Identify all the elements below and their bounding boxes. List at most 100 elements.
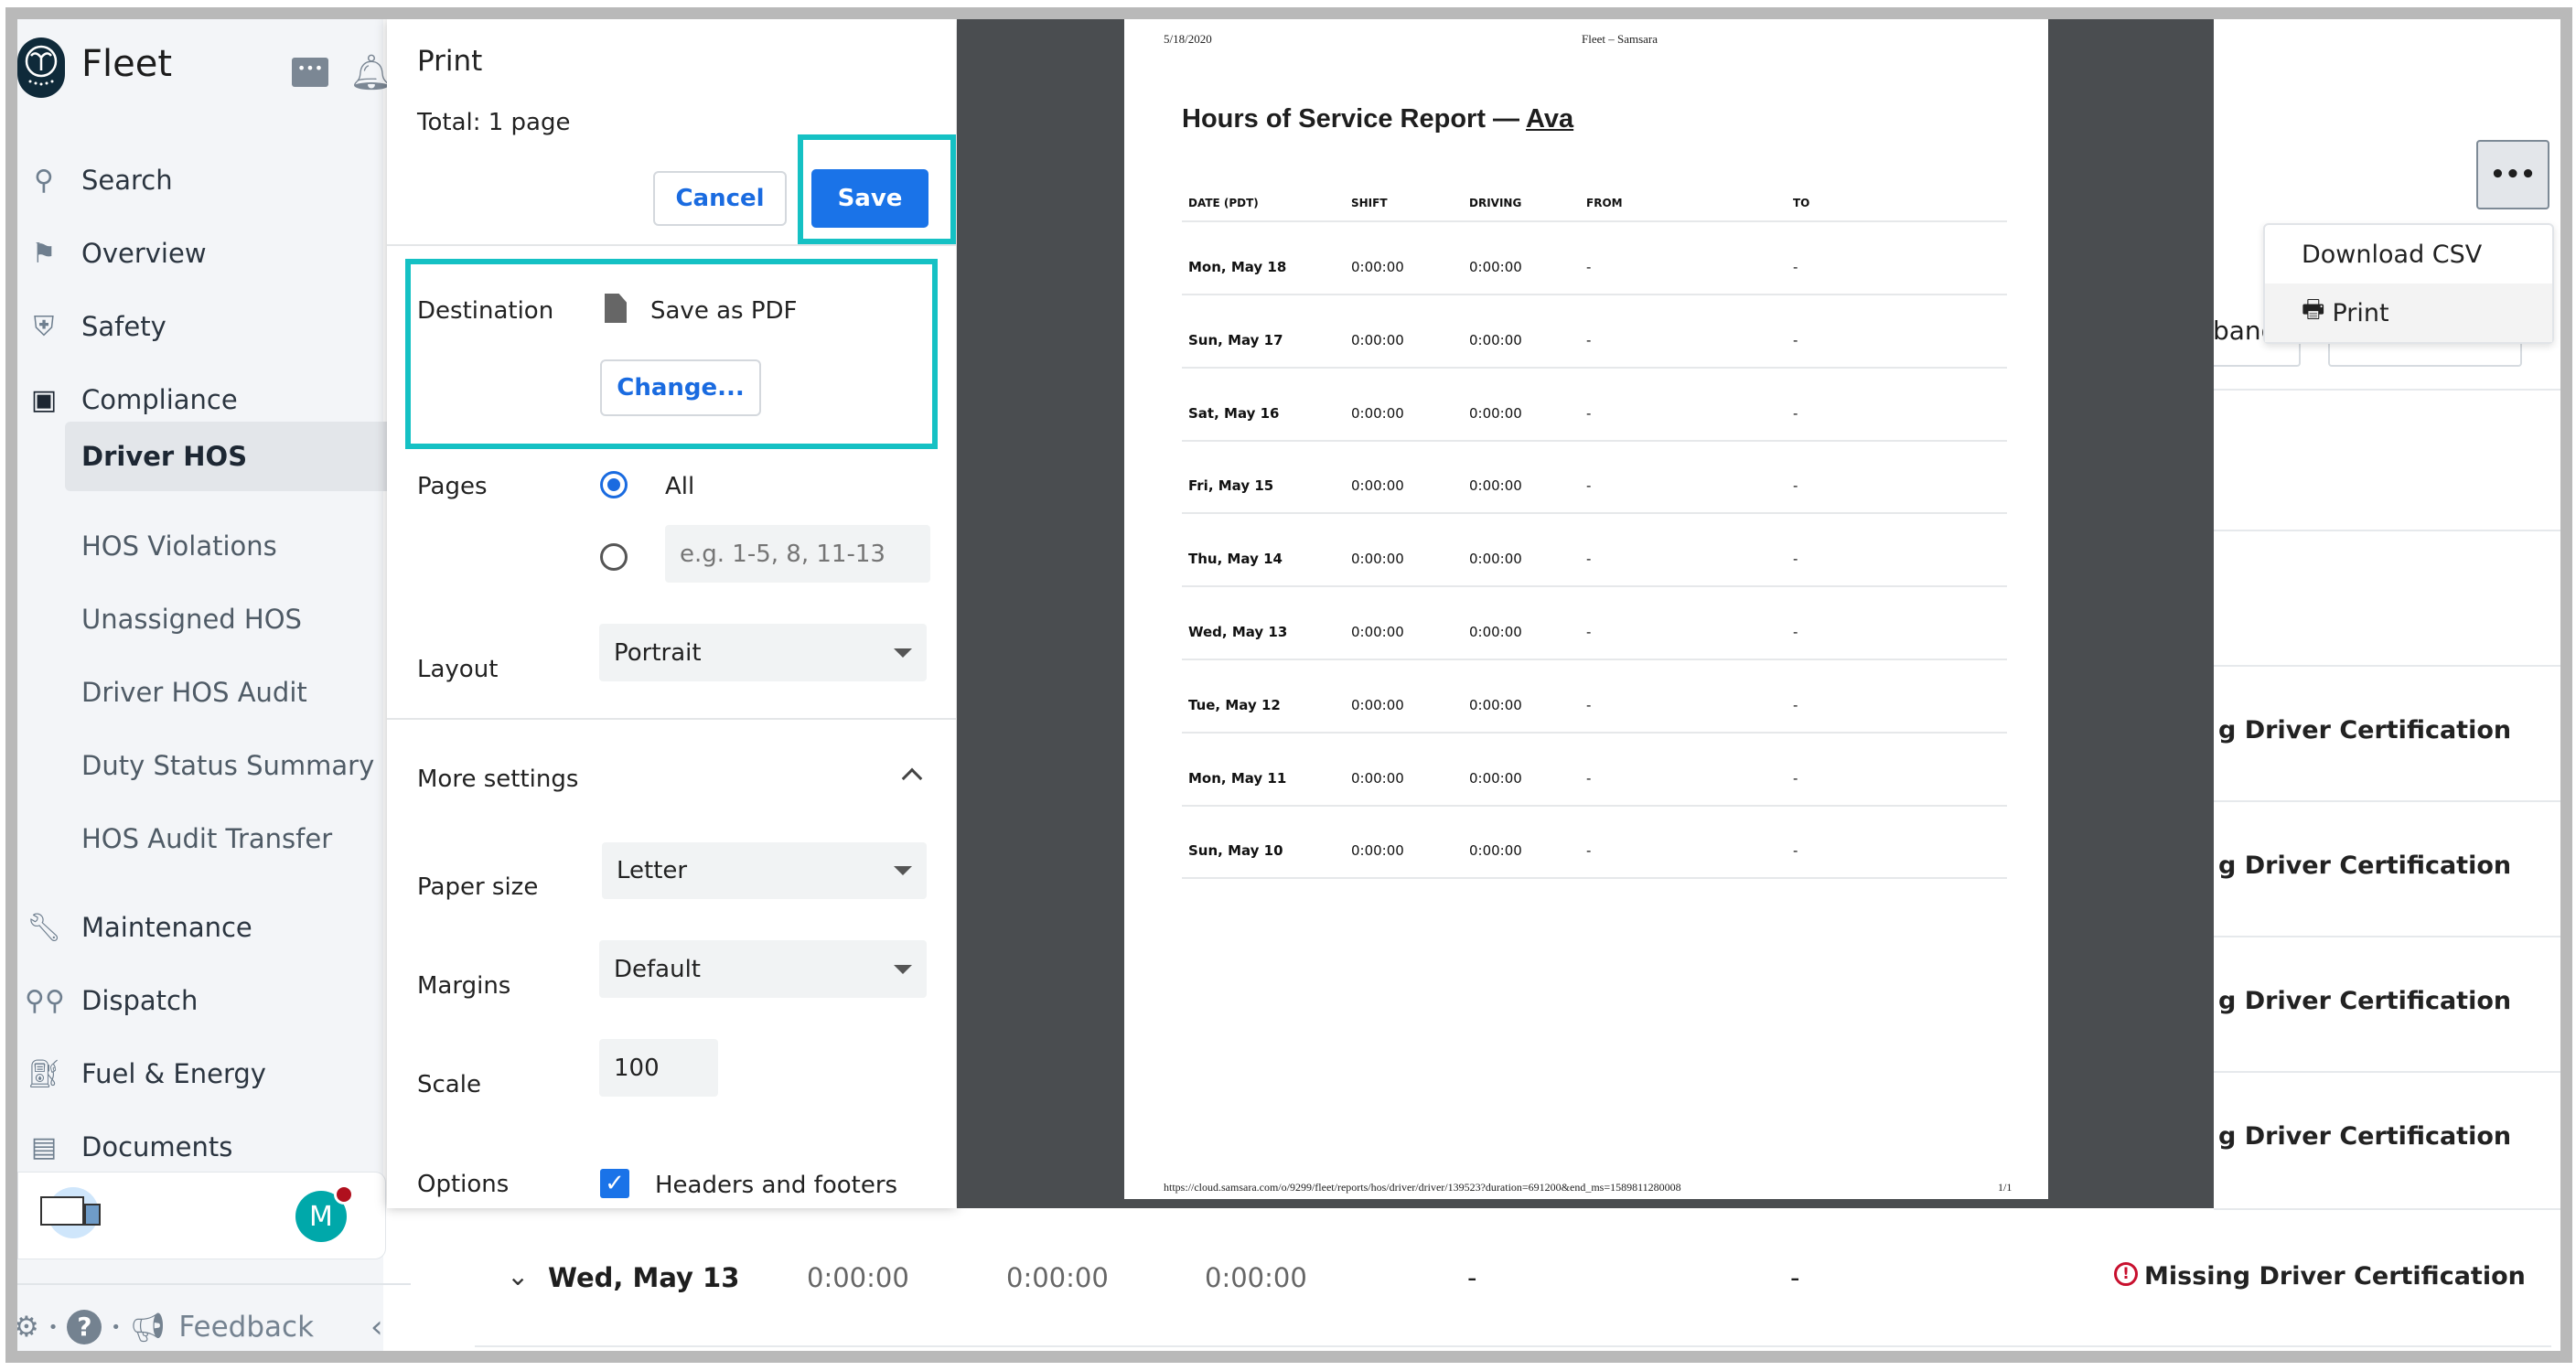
sidebar-item-safety[interactable]: ⛨ Safety xyxy=(17,292,383,361)
sidebar-item-unassigned-hos[interactable]: Unassigned HOS xyxy=(17,584,383,654)
table-cell: - xyxy=(1586,259,1592,275)
table-cell: - xyxy=(1586,551,1592,568)
table-cell: 0:00:00 xyxy=(1351,477,1404,495)
status-text: g Driver Certification xyxy=(2218,987,2512,1015)
table-cell: - xyxy=(1586,477,1592,495)
status-text: g Driver Certification xyxy=(2218,852,2512,880)
menu-item-download-csv[interactable]: Download CSV xyxy=(2265,225,2552,284)
table-cell: Tue, May 12 xyxy=(1188,696,1281,713)
collapse-sidebar-icon[interactable]: ‹ xyxy=(370,1309,383,1345)
input-value: 100 xyxy=(614,1054,660,1082)
save-button[interactable]: Save xyxy=(811,169,928,228)
status-text: g Driver Certification xyxy=(2218,716,2512,744)
table-cell: - xyxy=(1793,769,1798,787)
more-options-button[interactable]: ••• xyxy=(2476,140,2549,209)
feedback-link[interactable]: Feedback xyxy=(178,1311,314,1344)
table-cell: 0:00:00 xyxy=(1469,259,1522,275)
sidebar-item-hos-violations[interactable]: HOS Violations xyxy=(17,511,383,581)
margins-select[interactable]: Default xyxy=(599,940,927,998)
notification-dot xyxy=(334,1184,354,1205)
table-cell: - xyxy=(1793,477,1798,495)
sidebar-item-driver-hos[interactable]: Driver HOS xyxy=(65,422,394,491)
table-cell: 0:00:00 xyxy=(1351,842,1404,860)
chat-icon[interactable]: ••• xyxy=(292,58,328,87)
cancel-button[interactable]: Cancel xyxy=(653,171,787,226)
row-to: - xyxy=(1790,1262,1800,1293)
table-cell: 0:00:00 xyxy=(1351,551,1404,568)
table-cell: 0:00:00 xyxy=(1351,696,1404,713)
table-cell: Fri, May 15 xyxy=(1188,477,1274,495)
sidebar-item-maintenance[interactable]: 🔧︎ Maintenance xyxy=(17,893,383,962)
row-from: - xyxy=(1467,1262,1477,1293)
page-total: Total: 1 page xyxy=(417,109,571,136)
button-label: Save xyxy=(837,185,903,212)
layout-label: Layout xyxy=(417,656,499,683)
sidebar: Fleet ••• 🔔︎ ⚲ Search ⚑ Overview ⛨ Safety ▣… xyxy=(17,19,411,1351)
row-divider xyxy=(1182,294,2007,295)
select-value: Letter xyxy=(617,857,688,884)
table-cell: - xyxy=(1793,331,1798,348)
sidebar-item-driver-hos-audit[interactable]: Driver HOS Audit xyxy=(17,658,383,727)
sidebar-item-overview[interactable]: ⚑ Overview xyxy=(17,219,383,288)
table-cell: 0:00:00 xyxy=(1351,331,1404,348)
menu-item-print[interactable]: 🖶 Print xyxy=(2265,284,2552,342)
sidebar-item-dispatch[interactable]: ⚲⚲ Dispatch xyxy=(17,966,383,1035)
layout-select[interactable]: Portrait xyxy=(599,624,927,681)
sidebar-item-label: Driver HOS xyxy=(81,441,248,472)
paper-size-label: Paper size xyxy=(417,873,539,901)
sidebar-item-label: Search xyxy=(81,165,173,196)
clipboard-icon: ▣ xyxy=(30,383,58,416)
column-header: FROM xyxy=(1586,197,1623,209)
megaphone-icon: 📢︎ xyxy=(130,1311,166,1344)
menu-label: Print xyxy=(2332,298,2389,327)
avatar-initial: M xyxy=(309,1200,333,1233)
divider xyxy=(2214,665,2560,667)
separator-dot: • xyxy=(111,1317,122,1337)
report-title-text: Hours of Service Report — xyxy=(1182,104,1527,134)
vehicle-card[interactable]: M xyxy=(17,1172,386,1259)
divider xyxy=(2214,936,2560,937)
headers-footers-checkbox[interactable]: ✓ xyxy=(600,1169,629,1198)
table-row[interactable]: ⌄ Wed, May 13 0:00:00 0:00:00 0:00:00 - … xyxy=(402,1249,2560,1313)
pages-custom-input[interactable] xyxy=(665,525,930,583)
table-cell: 0:00:00 xyxy=(1469,331,1522,348)
print-dialog: Print Total: 1 page Cancel Save Destinat… xyxy=(387,19,956,1208)
sidebar-item-duty-status-summary[interactable]: Duty Status Summary xyxy=(17,731,383,800)
table-cell: 0:00:00 xyxy=(1351,624,1404,640)
column-header: SHIFT xyxy=(1351,197,1388,209)
sidebar-item-label: Compliance xyxy=(81,384,238,415)
table-cell: - xyxy=(1586,624,1592,640)
pages-all-radio[interactable] xyxy=(600,471,628,498)
dropdown-caret-icon xyxy=(894,866,912,875)
app-title: Fleet xyxy=(81,43,173,85)
paper-size-select[interactable]: Letter xyxy=(602,842,927,899)
button-label: Change... xyxy=(617,374,745,402)
table-cell: Sun, May 17 xyxy=(1188,331,1283,348)
sidebar-item-label: Safety xyxy=(81,311,166,342)
dialog-title: Print xyxy=(417,45,483,78)
map-pin-icon: ⚑ xyxy=(31,237,57,270)
table-cell: 0:00:00 xyxy=(1351,259,1404,275)
help-icon[interactable]: ? xyxy=(67,1310,102,1344)
chevron-down-icon[interactable]: ⌄ xyxy=(507,1260,529,1291)
row-divider xyxy=(1182,366,2007,369)
more-settings-toggle[interactable]: More settings xyxy=(387,736,956,828)
table-cell: 0:00:00 xyxy=(1469,624,1522,640)
select-value: Portrait xyxy=(614,638,702,667)
shield-icon: ⛨ xyxy=(33,310,55,343)
change-destination-button[interactable]: Change... xyxy=(600,359,761,416)
sidebar-item-hos-audit-transfer[interactable]: HOS Audit Transfer xyxy=(17,804,383,873)
scale-input[interactable]: 100 xyxy=(599,1039,718,1097)
row-divider xyxy=(1182,804,2007,807)
divider xyxy=(387,718,956,720)
gear-icon[interactable]: ⚙ xyxy=(17,1311,39,1344)
sidebar-item-search[interactable]: ⚲ Search xyxy=(17,145,383,215)
table-cell: - xyxy=(1793,842,1798,860)
wrench-icon: 🔧︎ xyxy=(26,911,62,944)
column-header: DATE (PDT) xyxy=(1188,197,1259,209)
divider xyxy=(2214,530,2560,531)
pages-custom-radio[interactable] xyxy=(600,543,628,571)
driver-name-link[interactable]: Ava xyxy=(1526,104,1573,134)
sidebar-item-fuel-energy[interactable]: ⛽︎ Fuel & Energy xyxy=(17,1039,383,1109)
page-footer-url: https://cloud.samsara.com/o/9299/fleet/r… xyxy=(1164,1181,1681,1194)
